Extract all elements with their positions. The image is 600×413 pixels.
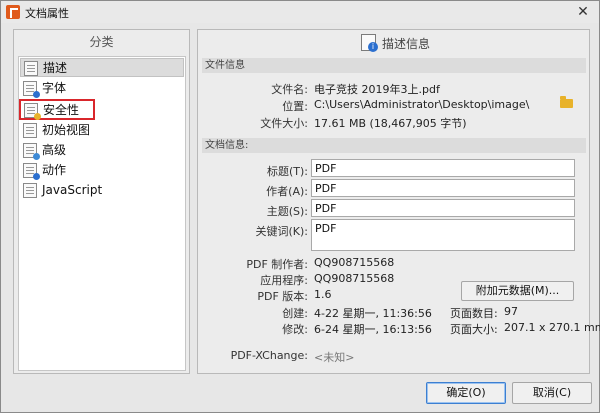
- category-label: 字体: [42, 81, 67, 95]
- category-label: JavaScript: [42, 183, 103, 197]
- title-label: 标题(T):: [266, 165, 308, 178]
- script-icon: [23, 183, 37, 198]
- lock-icon: [24, 103, 41, 120]
- cancel-button[interactable]: 取消(C): [512, 382, 592, 404]
- page-count-label: 页面数目:: [450, 307, 498, 320]
- created-label: 创建:: [282, 307, 308, 320]
- app-logo-icon: [6, 5, 20, 19]
- font-icon: [23, 81, 40, 98]
- description-panel: i 描述信息 文件信息 文件名: 电子竞技 2019年3上.pdf 位置: C:…: [197, 29, 600, 374]
- category-item-javascript[interactable]: JavaScript: [20, 181, 184, 200]
- keywords-label: 关键词(K):: [255, 225, 308, 238]
- location-label: 位置:: [282, 100, 308, 113]
- category-label: 高级: [42, 143, 67, 157]
- pdf-version-value: 1.6: [314, 288, 332, 301]
- author-label: 作者(A):: [266, 185, 308, 198]
- description-header-title: 描述信息: [382, 37, 431, 51]
- description-header: i 描述信息: [198, 30, 589, 55]
- info-document-icon: i: [361, 34, 378, 52]
- category-label: 动作: [42, 163, 67, 177]
- category-label: 初始视图: [42, 123, 91, 137]
- category-item-initial-view[interactable]: 初始视图: [20, 121, 184, 140]
- keywords-field[interactable]: PDF: [311, 219, 575, 251]
- title-field[interactable]: PDF: [311, 159, 575, 177]
- close-button[interactable]: ✕: [575, 4, 591, 20]
- application-label: 应用程序:: [260, 274, 308, 287]
- action-icon: [23, 163, 40, 180]
- ok-button[interactable]: 确定(O): [426, 382, 506, 404]
- gear-icon: [23, 143, 40, 160]
- category-item-actions[interactable]: 动作: [20, 161, 184, 180]
- doc-info-section-label: 文档信息:: [202, 138, 586, 153]
- additional-metadata-button[interactable]: 附加元数据(M)...: [461, 281, 574, 301]
- document-icon: [24, 61, 38, 76]
- title-bar: 文档属性 ✕: [1, 1, 599, 23]
- file-size-label: 文件大小:: [260, 117, 308, 130]
- page-count-value: 97: [504, 305, 518, 318]
- open-folder-icon[interactable]: [560, 96, 573, 108]
- file-size-value: 17.61 MB (18,467,905 字节): [314, 117, 467, 130]
- category-item-security[interactable]: 安全性: [19, 99, 95, 120]
- subject-field[interactable]: PDF: [311, 199, 575, 217]
- pdf-xchange-value: <未知>: [314, 351, 355, 364]
- producer-label: PDF 制作者:: [246, 258, 308, 271]
- category-panel: 分类 描述 字体 安全性 初始视图 高级 动作 JavaScript: [13, 29, 190, 374]
- modified-value: 6-24 星期一, 16:13:56: [314, 323, 432, 336]
- category-header: 分类: [89, 35, 114, 49]
- view-icon: [23, 123, 37, 138]
- page-size-label: 页面大小:: [450, 323, 498, 336]
- window-title: 文档属性: [25, 7, 69, 20]
- category-item-description[interactable]: 描述: [20, 58, 184, 77]
- document-properties-dialog: 文档属性 ✕ 分类 描述 字体 安全性 初始视图 高级 动作 JavaScrip…: [0, 0, 600, 413]
- filename-label: 文件名:: [271, 83, 308, 96]
- category-item-advanced[interactable]: 高级: [20, 141, 184, 160]
- pdf-xchange-label: PDF-XChange:: [230, 349, 308, 362]
- subject-label: 主题(S):: [266, 205, 308, 218]
- application-value: QQ908715568: [314, 272, 395, 285]
- modified-label: 修改:: [282, 323, 308, 336]
- pdf-version-label: PDF 版本:: [257, 290, 308, 303]
- category-label: 安全性: [43, 103, 80, 117]
- file-info-section-label: 文件信息: [202, 58, 586, 73]
- location-value: C:\Users\Administrator\Desktop\image\: [314, 98, 530, 111]
- created-value: 4-22 星期一, 11:36:56: [314, 307, 432, 320]
- author-field[interactable]: PDF: [311, 179, 575, 197]
- page-size-value: 207.1 x 270.1 mm: [504, 321, 600, 334]
- category-list: 描述 字体 安全性 初始视图 高级 动作 JavaScript: [18, 56, 186, 371]
- filename-value: 电子竞技 2019年3上.pdf: [314, 83, 440, 96]
- category-label: 描述: [43, 61, 68, 75]
- producer-value: QQ908715568: [314, 256, 395, 269]
- category-item-fonts[interactable]: 字体: [20, 79, 184, 98]
